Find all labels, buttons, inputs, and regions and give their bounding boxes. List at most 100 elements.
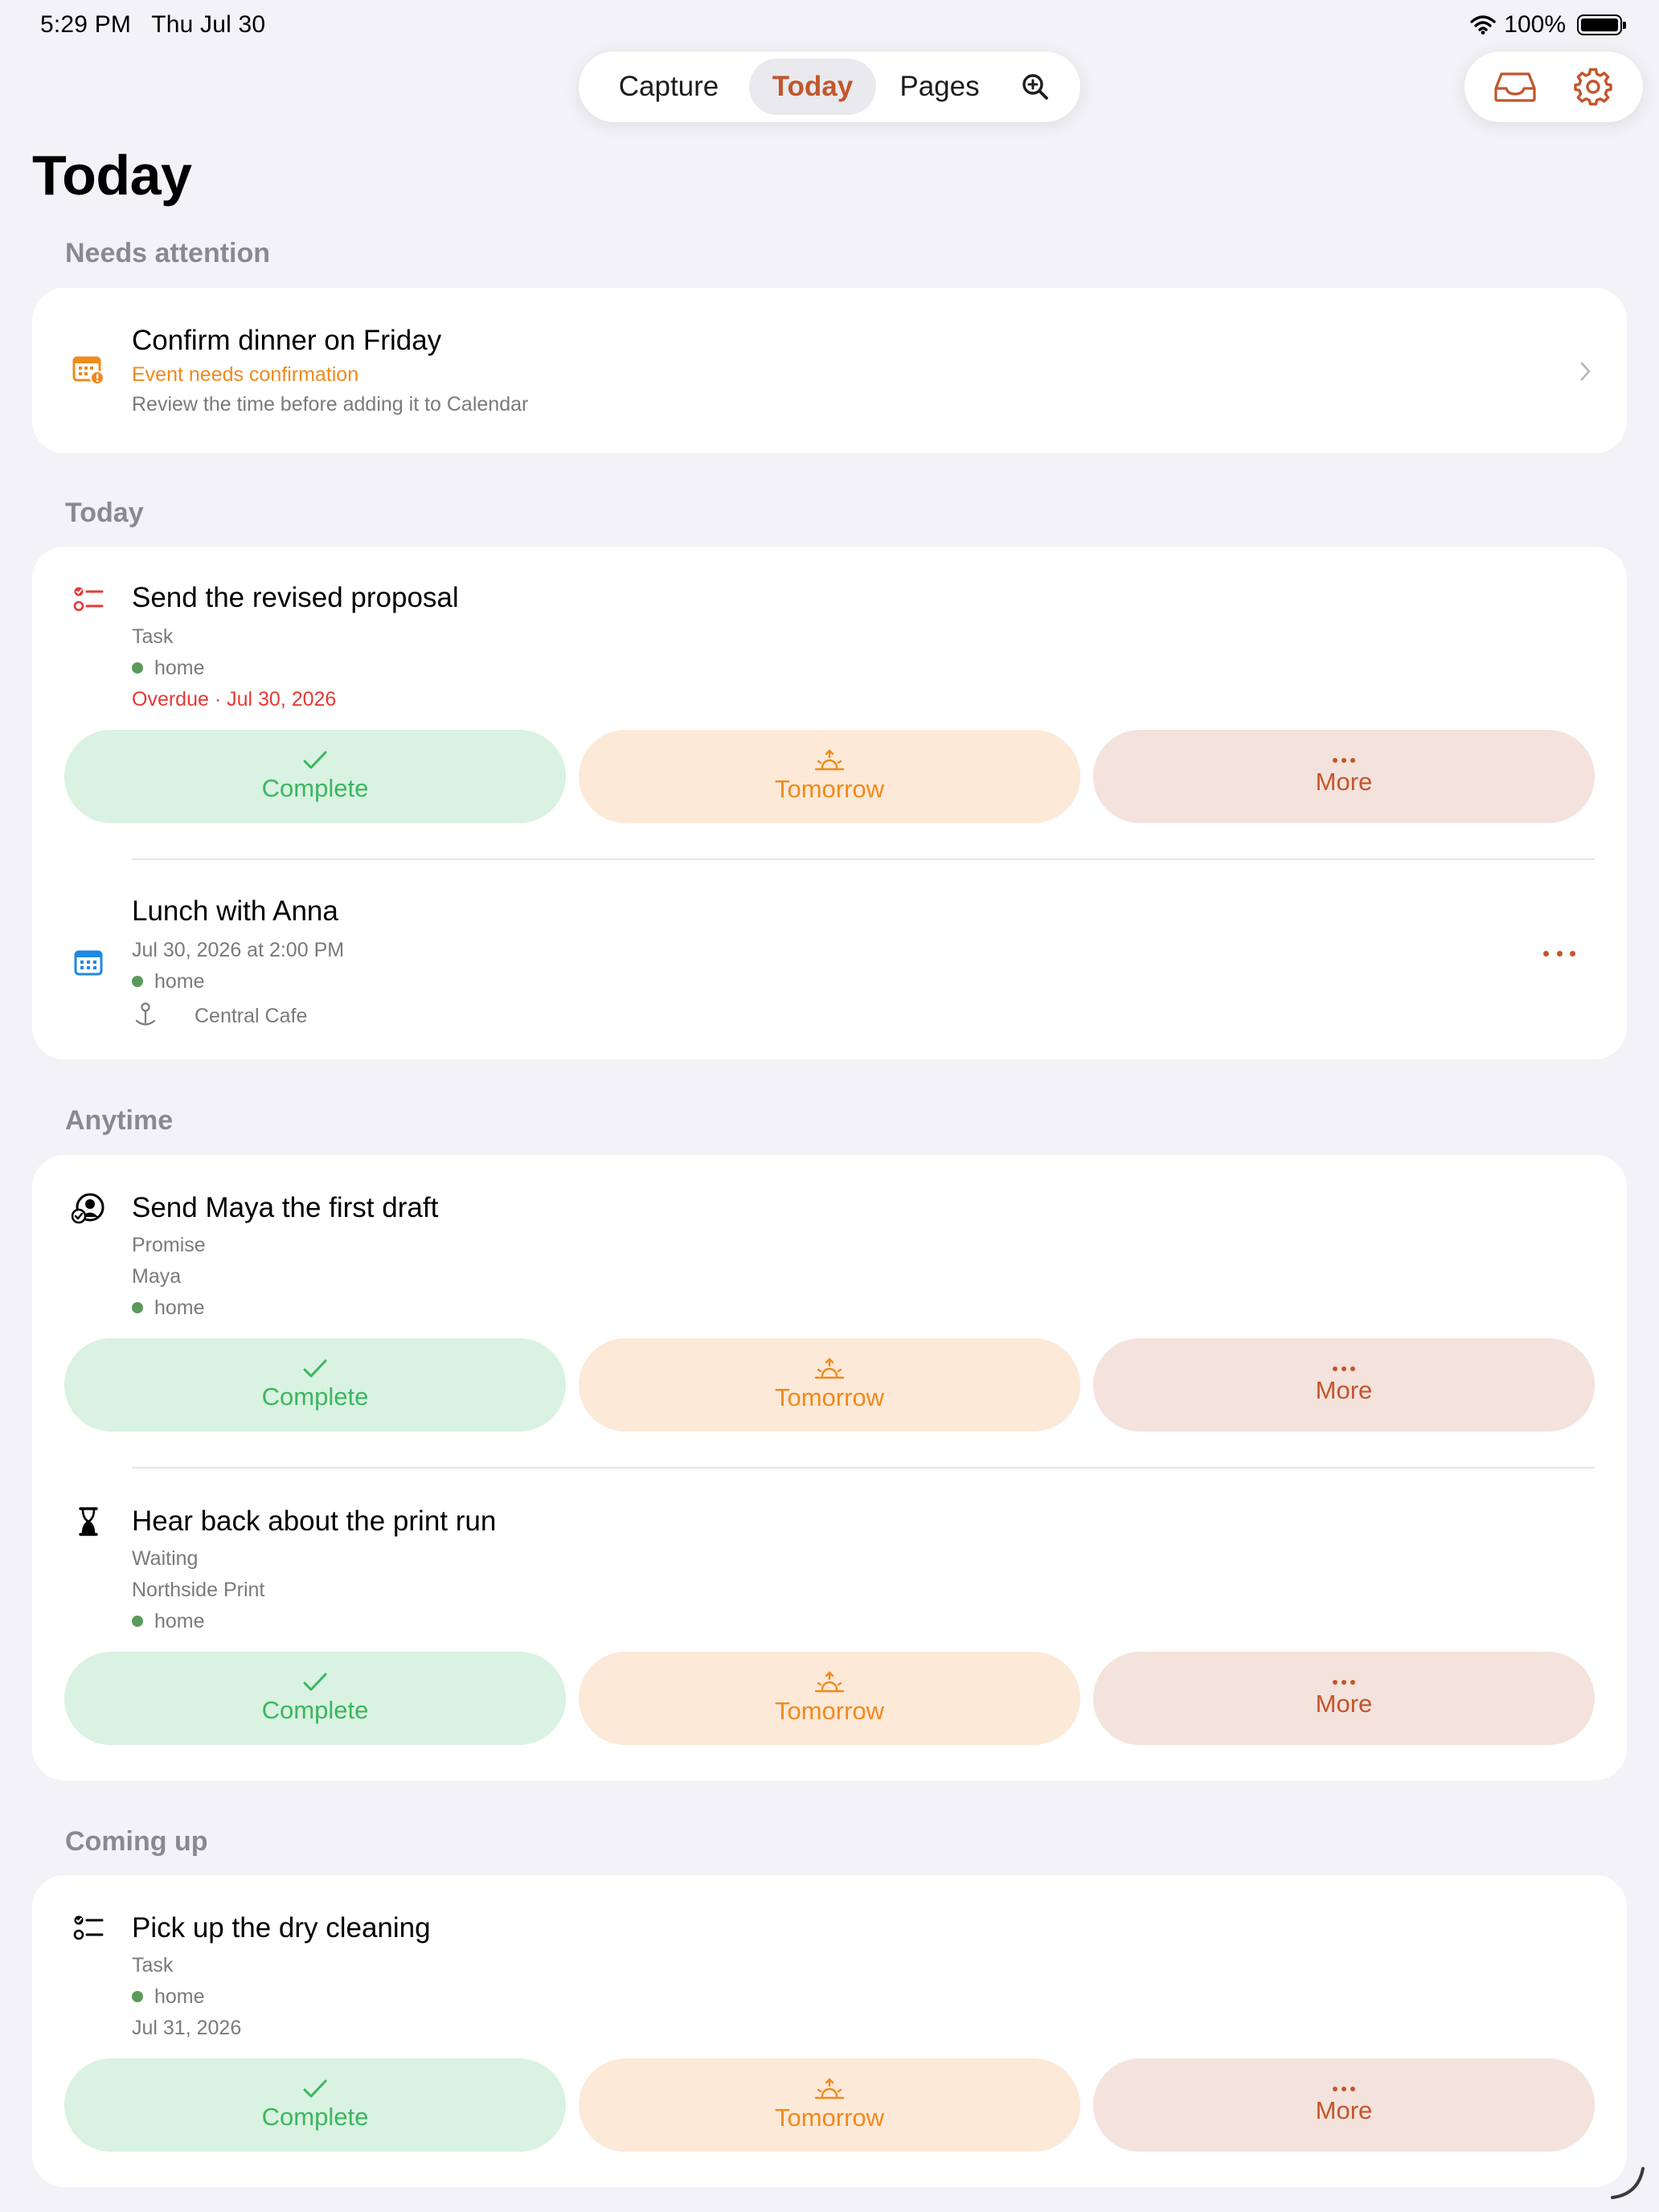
checkmark-icon [303,1359,327,1378]
item-location: Central Cafe [132,1002,307,1029]
window-resize-icon[interactable] [1608,2162,1648,2202]
ellipsis-icon [1333,758,1355,763]
more-label: More [1315,2096,1373,2124]
section-header-needs-attention: Needs attention [65,238,271,268]
task-list-icon [71,1911,106,1946]
item-title: Confirm dinner on Friday [132,325,442,356]
tag-label: home [154,657,205,679]
tab-capture[interactable]: Capture [588,59,749,115]
ellipsis-icon [1333,1366,1355,1371]
status-bar: 5:29 PM Thu Jul 30 100% [0,0,1659,51]
ellipsis-icon [1333,2087,1355,2091]
wifi-icon [1470,15,1496,35]
today-card: Send the revised proposal Task home Over… [32,547,1627,1059]
action-row: Complete Tomorrow More [64,1652,1595,1745]
tag-label: home [154,1985,205,2008]
item-tag: home [132,1610,205,1633]
needs-attention-card: Confirm dinner on Friday Event needs con… [32,288,1627,453]
item-tag: home [132,1296,205,1320]
item-kind: Waiting [132,1547,199,1570]
tag-label: home [154,1296,205,1319]
item-person: Northside Print [132,1579,265,1601]
tomorrow-button[interactable]: Tomorrow [579,730,1080,823]
tomorrow-label: Tomorrow [774,2103,885,2132]
inbox-button[interactable] [1483,55,1547,119]
tag-label: home [154,970,205,993]
section-header-coming-up: Coming up [65,1826,208,1857]
tag-dot [132,976,143,987]
tag-label: home [154,1610,205,1632]
sunrise-icon [814,2078,845,2099]
coming-up-card: Pick up the dry cleaning Task home Jul 3… [32,1875,1627,2187]
location-pin-icon [135,1002,156,1026]
settings-button[interactable] [1561,55,1625,119]
complete-button[interactable]: Complete [64,1652,566,1745]
item-status: Event needs confirmation [132,363,359,386]
action-row: Complete Tomorrow More [64,2058,1595,2152]
item-title: Lunch with Anna [132,895,338,927]
tag-dot [132,1616,143,1627]
item-kind: Task [132,1954,174,1976]
tomorrow-button[interactable]: Tomorrow [579,2058,1080,2152]
promise-icon [71,1190,106,1226]
ellipsis-icon [1333,1680,1355,1685]
item-more-button[interactable] [1543,945,1575,961]
status-clock: 5:29 PM [40,11,132,38]
item-kind: Promise [132,1234,206,1256]
complete-button[interactable]: Complete [64,730,566,823]
sunrise-icon [814,749,845,771]
top-nav: Capture Today Pages [579,51,1080,122]
more-button[interactable]: More [1093,2058,1595,2152]
calendar-icon [71,945,106,981]
more-button[interactable]: More [1093,730,1595,823]
item-when: Jul 30, 2026 at 2:00 PM [132,939,345,961]
attention-item[interactable]: Confirm dinner on Friday Event needs con… [32,288,1627,453]
page-title: Today [32,144,192,207]
anytime-card: Send Maya the first draft Promise Maya h… [32,1155,1627,1780]
item-kind: Task [132,625,174,648]
item-tag: home [132,657,205,680]
tag-dot [132,1302,143,1313]
battery-icon [1577,14,1626,35]
hourglass-icon [71,1504,106,1539]
tag-dot [132,662,143,674]
inbox-icon [1493,72,1536,102]
checkmark-icon [303,751,327,769]
more-button[interactable]: More [1093,1338,1595,1432]
action-row: Complete Tomorrow More [64,730,1595,823]
tab-today[interactable]: Today [749,59,876,115]
complete-button[interactable]: Complete [64,2058,566,2152]
more-button[interactable]: More [1093,1652,1595,1745]
list-item: Hear back about the print run Waiting No… [32,1469,1627,1780]
tomorrow-button[interactable]: Tomorrow [579,1338,1080,1432]
sunrise-icon [814,1671,845,1693]
tomorrow-label: Tomorrow [774,1697,885,1725]
location-label: Central Cafe [195,1005,308,1027]
search-icon [1022,74,1048,100]
status-indicators: 100% [1470,11,1626,39]
item-person: Maya [132,1265,182,1288]
item-title: Send Maya the first draft [132,1192,439,1223]
item-detail: Review the time before adding it to Cale… [132,393,529,416]
complete-button[interactable]: Complete [64,1338,566,1432]
sunrise-icon [814,1358,845,1379]
battery-percent: 100% [1504,11,1566,38]
more-label: More [1315,768,1373,796]
checkmark-icon [303,2079,327,2098]
list-item: Send the revised proposal Task home Over… [32,547,1627,860]
complete-label: Complete [261,774,369,802]
task-list-icon [71,582,106,617]
item-due: Overdue · Jul 30, 2026 [132,688,337,711]
tag-dot [132,1991,143,2002]
tomorrow-label: Tomorrow [774,775,885,803]
item-tag: home [132,1985,205,2009]
tab-pages[interactable]: Pages [876,59,1003,115]
status-time: 5:29 PM Thu Jul 30 [40,11,265,39]
tomorrow-label: Tomorrow [774,1383,885,1411]
gear-icon [1573,68,1612,106]
search-button[interactable] [1003,59,1067,115]
item-due: Jul 31, 2026 [132,2017,242,2039]
list-item[interactable]: Lunch with Anna Jul 30, 2026 at 2:00 PM … [32,860,1627,1059]
more-label: More [1315,1690,1373,1718]
tomorrow-button[interactable]: Tomorrow [579,1652,1080,1745]
